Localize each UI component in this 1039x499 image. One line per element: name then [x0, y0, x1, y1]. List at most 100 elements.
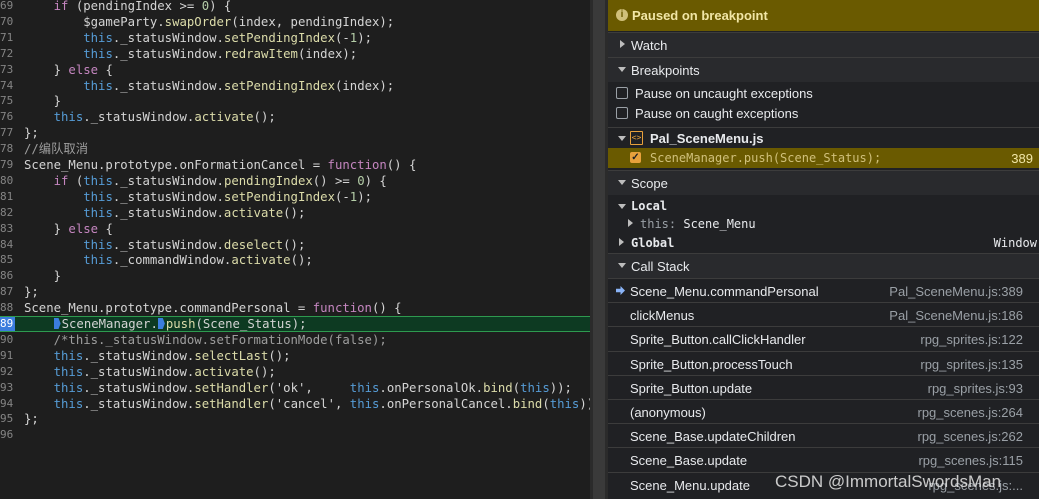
code-line[interactable]: 79 Scene_Menu.prototype.onFormationCancel… — [0, 157, 590, 173]
line-number[interactable]: 83 — [0, 221, 14, 237]
line-number[interactable]: 79 — [0, 157, 14, 173]
line-number[interactable]: 87 — [0, 284, 14, 300]
frame-location[interactable]: rpg_scenes.js:262 — [917, 429, 1023, 444]
call-stack-frame[interactable]: Scene_Base.update rpg_scenes.js:115 — [608, 447, 1039, 471]
line-number[interactable]: 70 — [0, 14, 14, 30]
scrollbar-thumb[interactable] — [593, 0, 605, 499]
line-number[interactable]: 88 — [0, 300, 14, 316]
scope-global[interactable]: Global Window — [608, 234, 1039, 252]
pause-caught-checkbox[interactable] — [616, 107, 628, 119]
scope-this-key: this: — [640, 217, 677, 231]
code-text: if (this._statusWindow.pendingIndex() >=… — [53, 173, 387, 188]
code-line[interactable]: 75 } — [0, 93, 590, 109]
line-number[interactable]: 72 — [0, 46, 14, 62]
line-number[interactable]: 92 — [0, 364, 14, 380]
line-number[interactable]: 91 — [0, 348, 14, 364]
line-number[interactable]: 95 — [0, 411, 14, 427]
section-watch-label: Watch — [631, 38, 668, 53]
code-line[interactable]: 93 this._statusWindow.setHandler('ok', t… — [0, 380, 590, 396]
code-line[interactable]: 82 this._statusWindow.activate(); — [0, 205, 590, 221]
breakpoint-checkbox-icon[interactable]: ✓ — [630, 152, 641, 163]
scope-global-label: Global — [631, 236, 675, 250]
code-line[interactable]: 80 if (this._statusWindow.pendingIndex()… — [0, 173, 590, 189]
scope-global-value: Window — [993, 236, 1037, 250]
breakpoint-marker-icon — [53, 318, 61, 329]
code-line[interactable]: 81 this._statusWindow.setPendingIndex(-1… — [0, 189, 590, 205]
line-number[interactable]: 69 — [0, 0, 14, 14]
call-stack-frame[interactable]: Scene_Base.updateChildren rpg_scenes.js:2… — [608, 423, 1039, 447]
line-number[interactable]: 89 — [0, 317, 15, 331]
call-stack-frame[interactable]: Sprite_Button.processTouch rpg_sprites.js… — [608, 350, 1039, 375]
pause-caught-row[interactable]: Pause on caught exceptions — [608, 103, 1039, 123]
frame-location[interactable]: Pal_SceneMenu.js:389 — [889, 284, 1023, 299]
call-stack-frame[interactable]: Scene_Menu.commandPersonal Pal_SceneMenu.… — [608, 278, 1039, 302]
line-number[interactable]: 76 — [0, 109, 14, 125]
code-line-current[interactable]: 89 SceneManager. push(Scene_Status); — [0, 316, 590, 332]
line-number[interactable]: 82 — [0, 205, 14, 221]
editor-scrollbar[interactable] — [590, 0, 608, 499]
section-scope-label: Scope — [631, 176, 668, 191]
line-number[interactable]: 81 — [0, 189, 14, 205]
line-number[interactable]: 77 — [0, 125, 14, 141]
line-number[interactable]: 86 — [0, 268, 14, 284]
scope-local[interactable]: Local — [608, 197, 1039, 215]
frame-location[interactable]: rpg_sprites.js:93 — [928, 381, 1023, 396]
section-watch[interactable]: Watch — [608, 32, 1039, 57]
line-number[interactable]: 80 — [0, 173, 14, 189]
code-line[interactable]: 70 $gameParty.swapOrder(index, pendingIn… — [0, 14, 590, 30]
line-number[interactable]: 94 — [0, 396, 14, 412]
call-stack-frame[interactable]: clickMenus Pal_SceneMenu.js:186 — [608, 302, 1039, 326]
code-line[interactable]: 95}; — [0, 411, 590, 427]
breakpoint-entry[interactable]: ✓ SceneManager.push(Scene_Status); 389 — [608, 148, 1039, 168]
code-line[interactable]: 83 } else { — [0, 221, 590, 237]
code-line[interactable]: 73 } else { — [0, 62, 590, 78]
code-line[interactable]: 78 //编队取消 — [0, 141, 590, 157]
frame-location[interactable]: Pal_SceneMenu.js:186 — [889, 308, 1023, 323]
line-number[interactable]: 75 — [0, 93, 14, 109]
frame-location[interactable]: rpg_scenes.js:264 — [917, 405, 1023, 420]
code-line[interactable]: 86 } — [0, 268, 590, 284]
line-number[interactable]: 90 — [0, 332, 14, 348]
code-line[interactable]: 91 this._statusWindow.selectLast(); — [0, 348, 590, 364]
frame-location[interactable]: rpg_scenes.js:115 — [918, 453, 1023, 468]
call-stack-frame[interactable]: Sprite_Button.update rpg_sprites.js:93 — [608, 374, 1039, 399]
code-text: Scene_Menu.prototype.commandPersonal = f… — [24, 301, 402, 316]
code-line[interactable]: 84 this._statusWindow.deselect(); — [0, 237, 590, 253]
code-line[interactable]: 90 /*this._statusWindow.setFormationMode… — [0, 332, 590, 348]
code-line[interactable]: 76 this._statusWindow.activate(); — [0, 109, 590, 125]
line-number[interactable]: 85 — [0, 252, 14, 268]
code-line[interactable]: 74 this._statusWindow.setPendingIndex(in… — [0, 78, 590, 94]
frame-location[interactable]: rpg_sprites.js:122 — [920, 332, 1023, 347]
call-stack-frame[interactable]: (anonymous) rpg_scenes.js:264 — [608, 399, 1039, 423]
code-line[interactable]: 71 this._statusWindow.setPendingIndex(-1… — [0, 30, 590, 46]
code-line[interactable]: 87}; — [0, 284, 590, 300]
code-line[interactable]: 77}; — [0, 125, 590, 141]
line-number[interactable]: 71 — [0, 30, 14, 46]
line-number[interactable]: 74 — [0, 78, 14, 94]
code-line[interactable]: 92 this._statusWindow.activate(); — [0, 364, 590, 380]
line-number[interactable]: 78 — [0, 141, 14, 157]
expand-triangle-icon — [628, 219, 633, 227]
pause-uncaught-row[interactable]: Pause on uncaught exceptions — [608, 83, 1039, 103]
section-call-stack[interactable]: Call Stack — [608, 253, 1039, 278]
frame-function: Scene_Base.update — [630, 453, 748, 469]
code-line[interactable]: 96 — [0, 427, 590, 443]
breakpoint-file-row[interactable]: <> Pal_SceneMenu.js — [608, 127, 1039, 148]
line-number[interactable]: 84 — [0, 237, 14, 253]
code-line[interactable]: 69 if (pendingIndex >= 0) { — [0, 0, 590, 14]
code-line[interactable]: 85 this._commandWindow.activate(); — [0, 252, 590, 268]
line-number[interactable]: 96 — [0, 427, 14, 443]
frame-location[interactable]: rpg_sprites.js:135 — [920, 357, 1023, 372]
section-breakpoints[interactable]: Breakpoints — [608, 57, 1039, 82]
pause-uncaught-checkbox[interactable] — [616, 87, 628, 99]
line-number[interactable]: 73 — [0, 62, 14, 78]
code-line[interactable]: 88 Scene_Menu.prototype.commandPersonal =… — [0, 300, 590, 316]
section-call-stack-label: Call Stack — [631, 259, 690, 274]
section-scope[interactable]: Scope — [608, 170, 1039, 195]
code-line[interactable]: 94 this._statusWindow.setHandler('cancel… — [0, 396, 590, 412]
scope-this[interactable]: this: Scene_Menu — [608, 215, 1039, 233]
line-number[interactable]: 93 — [0, 380, 14, 396]
call-stack-frame[interactable]: Sprite_Button.callClickHandler rpg_sprite… — [608, 326, 1039, 350]
code-line[interactable]: 72 this._statusWindow.redrawItem(index); — [0, 46, 590, 62]
code-editor[interactable]: 69 if (pendingIndex >= 0) {70 $gameParty… — [0, 0, 590, 499]
